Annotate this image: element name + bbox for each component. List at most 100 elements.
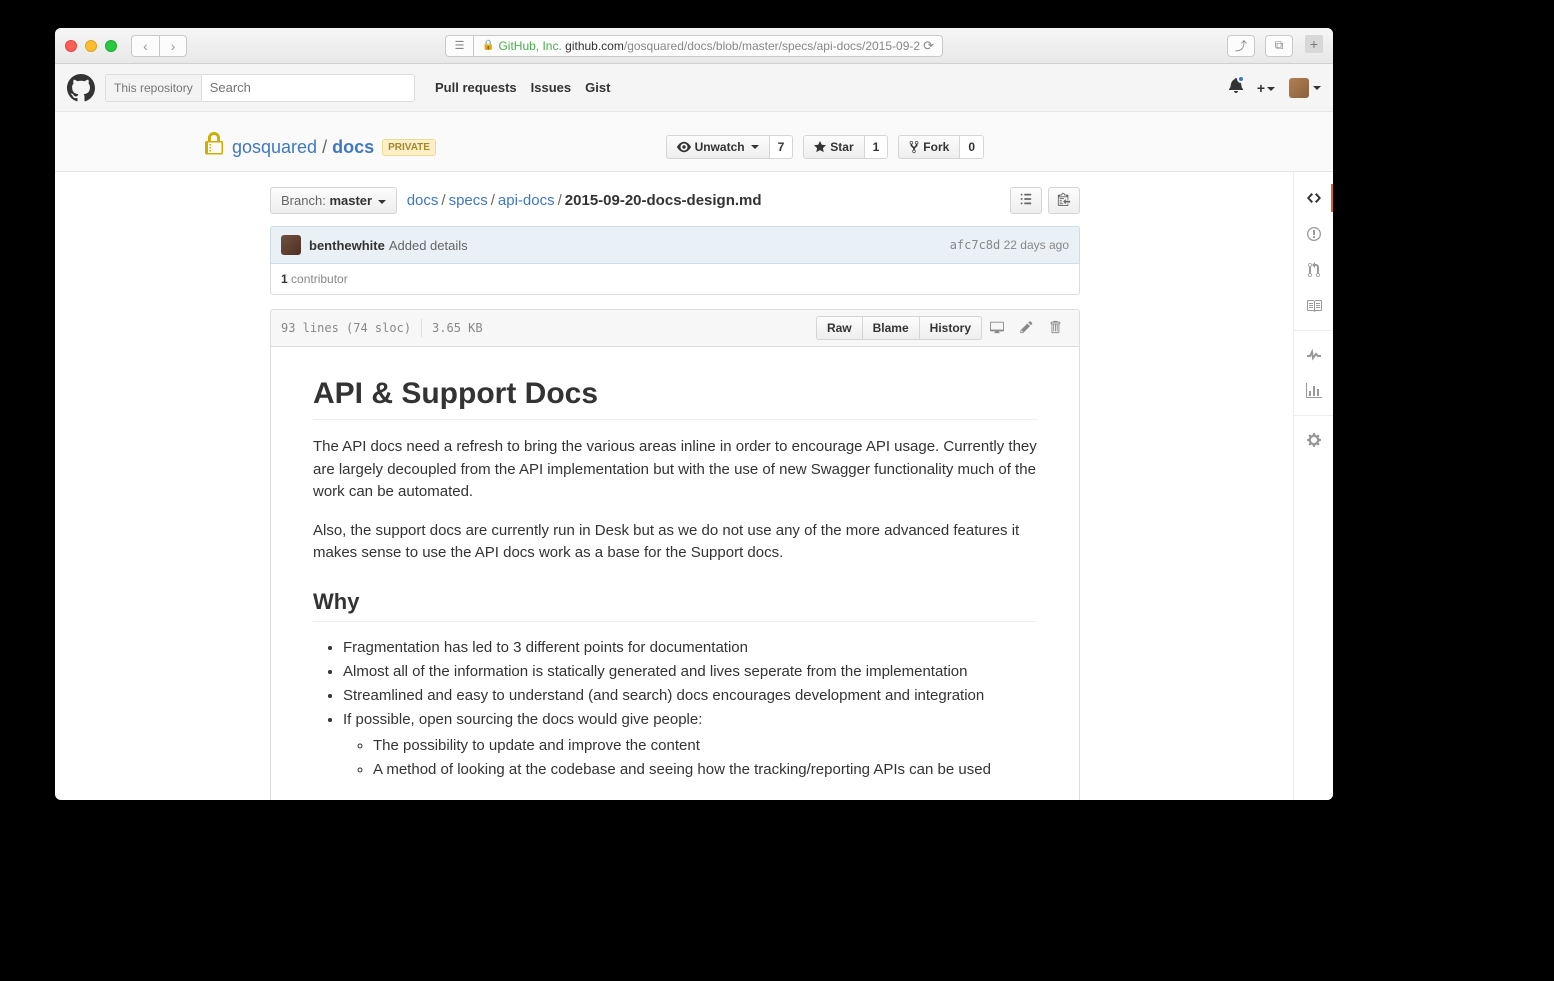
url-path: /gosquared/docs/blob/master/specs/api-do… xyxy=(624,39,920,53)
pencil-icon xyxy=(1020,320,1033,334)
raw-button[interactable]: Raw xyxy=(816,316,863,340)
github-logo-icon[interactable] xyxy=(67,74,95,102)
clipboard-icon xyxy=(1057,192,1071,206)
breadcrumb: docs/specs/api-docs/2015-09-20-docs-desi… xyxy=(407,192,762,209)
repo-sidebar xyxy=(1293,172,1333,800)
star-count[interactable]: 1 xyxy=(865,135,889,159)
blame-button[interactable]: Blame xyxy=(863,316,919,340)
edit-button[interactable] xyxy=(1012,320,1041,337)
primary-nav: Pull requests Issues Gist xyxy=(435,80,610,95)
repo-owner-link[interactable]: gosquared xyxy=(232,137,317,157)
notification-dot-icon xyxy=(1237,75,1245,83)
list-item: Almost all of the information is statica… xyxy=(343,660,1037,684)
github-header: This repository Pull requests Issues Gis… xyxy=(55,64,1333,112)
sidebar-code[interactable] xyxy=(1294,180,1333,216)
crumb-filename: 2015-09-20-docs-design.md xyxy=(565,192,762,209)
commit-age: 22 days ago xyxy=(1004,238,1069,252)
back-button[interactable]: ‹ xyxy=(131,35,159,57)
why-list: Fragmentation has led to 3 different poi… xyxy=(313,636,1037,782)
trash-icon xyxy=(1049,320,1061,334)
desktop-icon xyxy=(990,320,1004,334)
share-button[interactable]: ⤴ xyxy=(1227,35,1255,57)
sidebar-graphs[interactable] xyxy=(1294,373,1333,409)
watch-control: Unwatch 7 xyxy=(666,135,794,159)
crumb-api-docs[interactable]: api-docs xyxy=(498,192,555,209)
list-item: Streamlined and easy to understand (and … xyxy=(343,684,1037,708)
forward-button[interactable]: › xyxy=(159,35,187,57)
sidebar-pulse[interactable] xyxy=(1294,337,1333,373)
star-button[interactable]: Star xyxy=(803,135,864,159)
fork-button[interactable]: Fork xyxy=(898,135,960,159)
new-tab-button[interactable]: + xyxy=(1305,35,1323,53)
unwatch-button[interactable]: Unwatch xyxy=(666,135,770,159)
maximize-window-button[interactable] xyxy=(105,40,117,52)
crumb-specs[interactable]: specs xyxy=(449,192,488,209)
file-size: 3.65 KB xyxy=(432,321,483,335)
delete-button[interactable] xyxy=(1041,320,1069,337)
search-input[interactable] xyxy=(202,80,414,95)
commit-summary: benthewhite Added details afc7c8d 22 day… xyxy=(270,226,1080,264)
nav-issues[interactable]: Issues xyxy=(531,80,571,95)
avatar-icon xyxy=(1289,78,1309,98)
gear-icon xyxy=(1307,432,1321,448)
lock-icon: 🔒 xyxy=(482,40,494,51)
doc-title: API & Support Docs xyxy=(313,377,1037,420)
reader-button[interactable]: ☰ xyxy=(445,35,473,57)
commit-avatar-icon xyxy=(281,235,301,255)
copy-path-button[interactable] xyxy=(1048,187,1080,214)
url-domain: github.com xyxy=(565,39,624,53)
why-heading: Why xyxy=(313,589,1037,622)
pull-request-icon xyxy=(1308,262,1320,278)
notifications-button[interactable] xyxy=(1229,77,1243,98)
pulse-icon xyxy=(1307,347,1321,363)
star-icon xyxy=(814,140,826,154)
doc-paragraph: The API docs need a refresh to bring the… xyxy=(313,436,1037,504)
nav-gist[interactable]: Gist xyxy=(585,80,610,95)
sidebar-pulls[interactable] xyxy=(1294,252,1333,288)
file-header: 93 lines (74 sloc) 3.65 KB Raw Blame His… xyxy=(270,309,1080,347)
list-item: The possibility to update and improve th… xyxy=(373,734,1037,758)
fork-icon xyxy=(909,140,919,154)
commit-message[interactable]: Added details xyxy=(389,238,468,253)
address-bar[interactable]: 🔒 GitHub, Inc. github.com /gosquared/doc… xyxy=(473,35,943,57)
search-scope[interactable]: This repository xyxy=(106,75,202,101)
doc-paragraph: Also, the support docs are currently run… xyxy=(313,520,1037,565)
fork-control: Fork 0 xyxy=(898,135,984,159)
close-window-button[interactable] xyxy=(65,40,77,52)
private-badge: PRIVATE xyxy=(382,139,436,156)
repo-name-link[interactable]: docs xyxy=(332,137,374,157)
minimize-window-button[interactable] xyxy=(85,40,97,52)
user-menu[interactable] xyxy=(1289,78,1321,98)
markdown-body: API & Support Docs The API docs need a r… xyxy=(270,347,1080,800)
book-icon xyxy=(1306,298,1322,314)
history-button[interactable]: History xyxy=(919,316,982,340)
list-item: If possible, open sourcing the docs woul… xyxy=(343,708,1037,782)
contributor-count: 1 xyxy=(281,272,288,286)
branch-selector[interactable]: Branch: master xyxy=(270,187,397,214)
commit-author[interactable]: benthewhite xyxy=(309,238,385,253)
repo-path: gosquared / docs xyxy=(232,137,374,158)
crumb-docs[interactable]: docs xyxy=(407,192,439,209)
browser-window: ‹ › ☰ 🔒 GitHub, Inc. github.com /gosquar… xyxy=(55,28,1333,800)
nav-pull-requests[interactable]: Pull requests xyxy=(435,80,517,95)
reload-icon[interactable]: ⟳ xyxy=(923,38,934,54)
outline-button[interactable] xyxy=(1010,187,1042,214)
create-new-dropdown[interactable]: + xyxy=(1257,80,1275,96)
tabs-button[interactable]: ⧉ xyxy=(1265,35,1293,57)
sidebar-issues[interactable] xyxy=(1294,216,1333,252)
repo-header: gosquared / docs PRIVATE Unwatch 7 Star xyxy=(55,112,1333,172)
contributors-box: 1 contributor xyxy=(270,264,1080,295)
window-controls xyxy=(65,40,117,52)
issue-icon xyxy=(1307,226,1321,242)
main-content: Branch: master docs/specs/api-docs/2015-… xyxy=(55,172,1293,800)
watch-count[interactable]: 7 xyxy=(770,135,794,159)
commit-sha[interactable]: afc7c8d xyxy=(950,238,1001,252)
list-item: A method of looking at the codebase and … xyxy=(373,758,1037,782)
sidebar-settings[interactable] xyxy=(1294,422,1333,458)
fork-count[interactable]: 0 xyxy=(960,135,984,159)
private-repo-icon xyxy=(204,132,224,162)
sidebar-wiki[interactable] xyxy=(1294,288,1333,324)
list-icon xyxy=(1019,192,1033,206)
desktop-button[interactable] xyxy=(982,320,1012,337)
code-icon xyxy=(1306,190,1322,206)
